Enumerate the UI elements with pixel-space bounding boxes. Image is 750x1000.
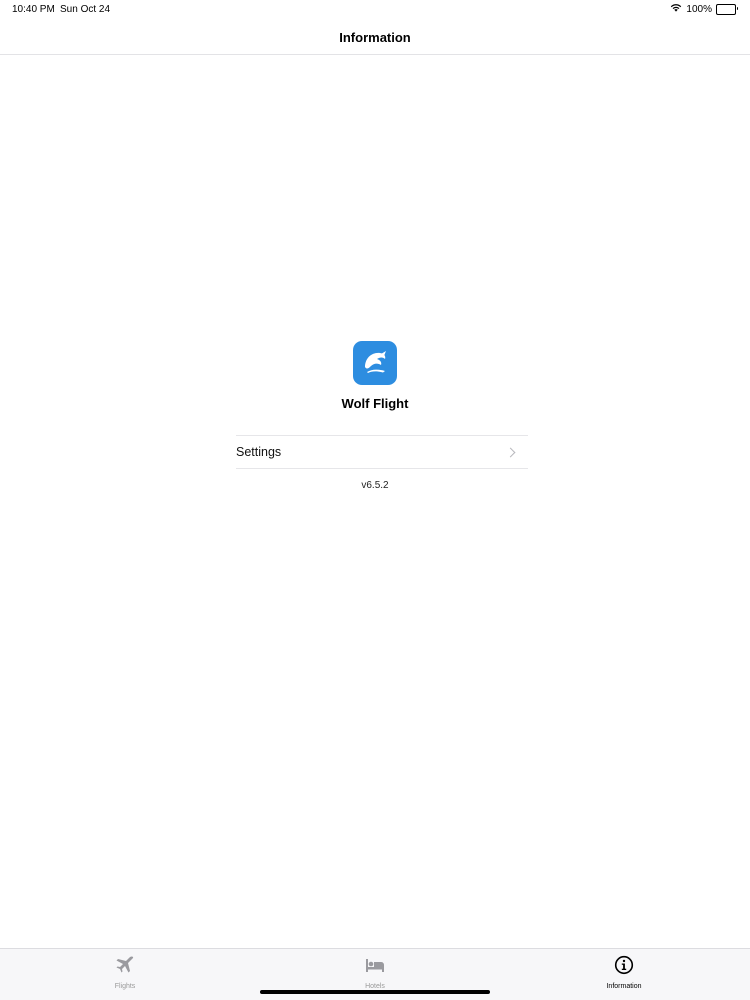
wifi-icon	[670, 3, 682, 15]
status-date: Sun Oct 24	[60, 4, 111, 15]
information-screen: 10:40 PM Sun Oct 24 100% Information Wol…	[0, 0, 750, 1000]
tab-label-flights: Flights	[114, 983, 136, 990]
tab-label-information: Information	[606, 983, 642, 990]
info-circle-icon	[614, 955, 634, 980]
tab-information[interactable]: Information	[564, 955, 684, 990]
battery-icon	[716, 3, 738, 15]
home-indicator	[260, 990, 490, 994]
navigation-bar: Information	[0, 20, 750, 55]
battery-percent: 100%	[686, 3, 712, 15]
airplane-icon	[115, 955, 135, 980]
status-indicators: 100%	[670, 3, 738, 15]
status-time: 10:40 PM	[12, 4, 55, 15]
page-title: Information	[339, 29, 411, 45]
status-bar: 10:40 PM Sun Oct 24 100%	[0, 0, 750, 20]
settings-row[interactable]: Settings	[236, 435, 528, 469]
tab-hotels[interactable]: Hotels	[315, 955, 435, 990]
app-name: Wolf Flight	[341, 396, 409, 411]
tab-flights[interactable]: Flights	[65, 955, 185, 990]
bed-icon	[365, 955, 385, 980]
wolf-flight-logo-icon	[353, 341, 397, 385]
version-label: v6.5.2	[361, 480, 389, 491]
chevron-right-icon	[505, 447, 516, 457]
tab-label-hotels: Hotels	[365, 983, 385, 990]
settings-label: Settings	[236, 445, 282, 459]
